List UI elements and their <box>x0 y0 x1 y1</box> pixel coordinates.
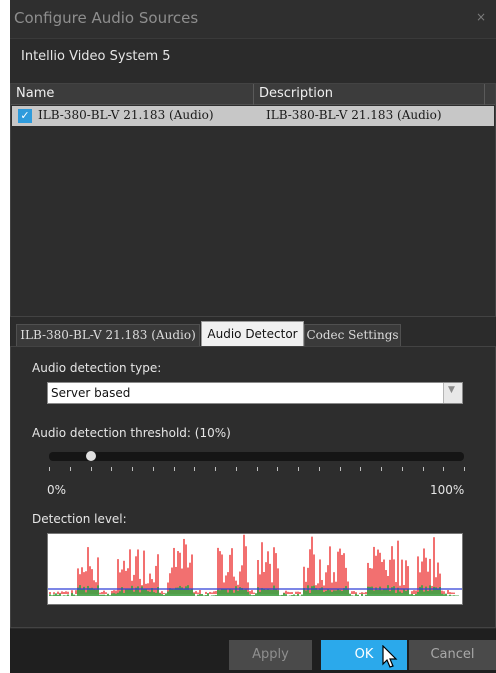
list-header: Name Description <box>11 84 495 105</box>
source-checkbox[interactable]: ✓ <box>18 109 32 123</box>
slider-thumb[interactable] <box>85 451 96 461</box>
slider-tick <box>111 467 113 471</box>
slider-tick <box>298 467 299 471</box>
column-divider[interactable] <box>253 84 254 105</box>
tab-audio-detector[interactable]: Audio Detector <box>201 321 304 346</box>
source-description: ILB-380-BL-V 21.183 (Audio) <box>266 108 442 122</box>
slider-tick <box>235 467 237 471</box>
slider-tick <box>401 467 403 471</box>
slider-tick <box>443 467 445 471</box>
slider-tick <box>422 467 424 471</box>
system-name: Intellio Video System 5 <box>21 49 171 64</box>
slider-tick <box>464 467 465 471</box>
slider-tick <box>215 467 216 471</box>
chevron-down-icon: ▼ <box>448 385 455 395</box>
column-header-description[interactable]: Description <box>259 86 333 101</box>
slider-tick <box>339 467 341 471</box>
slider-tick <box>132 467 133 471</box>
dropdown-arrow-button[interactable]: ▼ <box>443 383 462 403</box>
slider-tick <box>256 467 258 471</box>
audio-source-list[interactable]: Name Description ✓ ILB-380-BL-V 21.183 (… <box>10 83 496 317</box>
slider-tick <box>277 467 279 471</box>
window-title: Configure Audio Sources <box>14 9 199 27</box>
configure-audio-sources-dialog: Configure Audio Sources × Intellio Video… <box>10 0 496 673</box>
tab-source[interactable]: ILB-380-BL-V 21.183 (Audio) <box>16 324 200 346</box>
slider-min-label: 0% <box>47 483 67 497</box>
column-divider[interactable] <box>484 84 485 105</box>
close-icon[interactable]: × <box>476 10 486 24</box>
detection-level-label: Detection level: <box>32 512 127 526</box>
detection-type-value: Server based <box>51 386 131 400</box>
column-header-name[interactable]: Name <box>16 86 54 101</box>
slider-tick <box>318 467 320 471</box>
slider-tick <box>173 467 175 471</box>
audio-waveform <box>48 534 462 596</box>
detection-level-graph <box>47 533 463 605</box>
slider-tick <box>69 467 71 471</box>
threshold-slider[interactable] <box>49 451 464 461</box>
threshold-label: Audio detection threshold: (10%) <box>32 426 231 440</box>
slider-max-label: 100% <box>430 483 465 497</box>
detection-type-label: Audio detection type: <box>32 361 162 375</box>
apply-button[interactable]: Apply <box>229 640 312 670</box>
slider-tick <box>152 467 154 471</box>
slider-tick <box>49 467 50 471</box>
slider-tick <box>194 467 196 471</box>
source-row[interactable]: ✓ ILB-380-BL-V 21.183 (Audio) ILB-380-BL… <box>12 106 494 126</box>
slider-tick <box>360 467 362 471</box>
slider-tick <box>90 467 92 471</box>
tab-codec-settings[interactable]: Codec Settings <box>304 324 401 346</box>
cancel-button[interactable]: Cancel <box>409 640 496 670</box>
mouse-cursor-icon <box>382 645 398 668</box>
source-name: ILB-380-BL-V 21.183 (Audio) <box>38 108 214 122</box>
detection-type-select[interactable]: Server based ▼ <box>47 382 463 404</box>
slider-tick <box>381 467 382 471</box>
title-bar: Configure Audio Sources × <box>10 0 496 39</box>
